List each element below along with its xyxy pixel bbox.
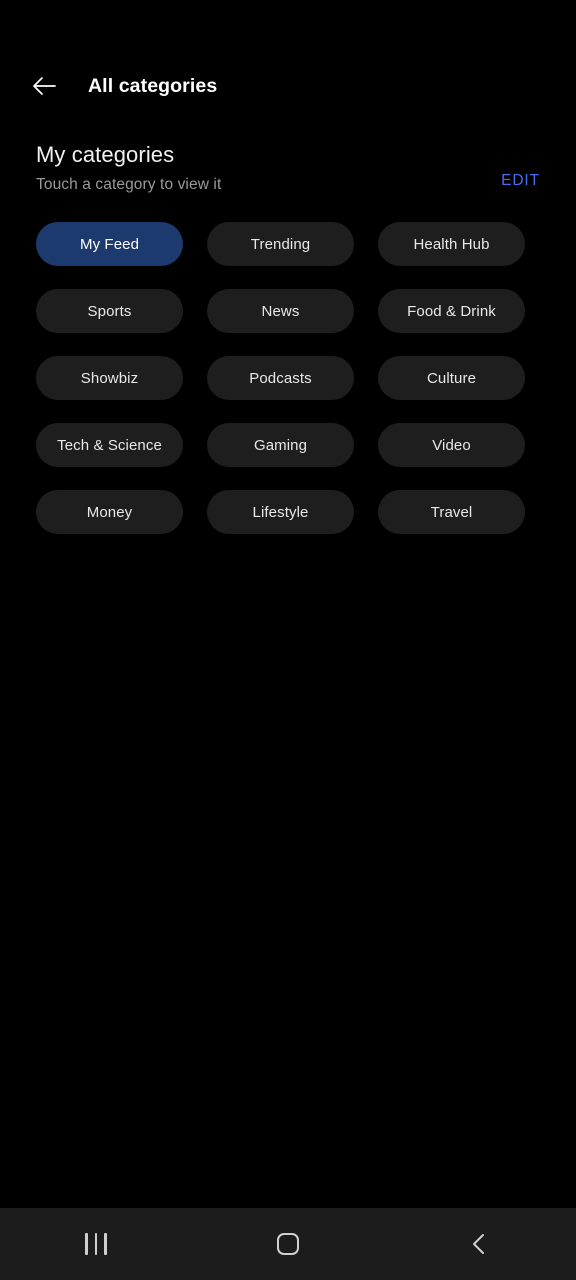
category-chip[interactable]: Travel	[378, 490, 525, 534]
category-chip-label: Showbiz	[80, 369, 139, 387]
category-chip[interactable]: Lifestyle	[207, 490, 354, 534]
section-subtitle: Touch a category to view it	[36, 176, 222, 193]
edit-button[interactable]: EDIT	[501, 172, 540, 190]
category-chip-label: Lifestyle	[252, 503, 309, 521]
category-chip-label: Tech & Science	[57, 436, 162, 454]
home-icon	[277, 1233, 299, 1255]
category-chip[interactable]: Food & Drink	[378, 289, 525, 333]
category-chip-label: Podcasts	[249, 369, 312, 387]
category-chip[interactable]: Health Hub	[378, 222, 525, 266]
category-chip[interactable]: News	[207, 289, 354, 333]
category-chip-label: Trending	[250, 235, 311, 253]
arrow-left-icon[interactable]	[22, 64, 66, 108]
my-categories-section: My categories Touch a category to view i…	[0, 120, 576, 194]
category-chip-label: Travel	[430, 503, 473, 521]
categories-grid: My Feed Trending Health Hub Sports News …	[0, 222, 576, 534]
category-chip-label: Health Hub	[413, 235, 490, 253]
category-chip[interactable]: Money	[36, 490, 183, 534]
category-chip[interactable]: Culture	[378, 356, 525, 400]
category-chip[interactable]: Trending	[207, 222, 354, 266]
category-chip-label: Culture	[426, 369, 477, 387]
category-chip[interactable]: Gaming	[207, 423, 354, 467]
category-chip-label: Video	[432, 436, 471, 454]
recents-button[interactable]	[0, 1208, 192, 1280]
home-button[interactable]	[192, 1208, 384, 1280]
category-chip-label: Sports	[87, 302, 132, 320]
category-chip-label: Gaming	[253, 436, 308, 454]
system-navigation-bar	[0, 1208, 576, 1280]
status-bar	[0, 0, 576, 52]
category-chip-label: Money	[86, 503, 133, 521]
recents-icon	[85, 1233, 107, 1255]
category-chip[interactable]: Sports	[36, 289, 183, 333]
chevron-left-icon	[473, 1234, 484, 1254]
category-chip[interactable]: My Feed	[36, 222, 183, 266]
page-title: All categories	[88, 74, 218, 97]
category-chip[interactable]: Video	[378, 423, 525, 467]
category-chip-label: Food & Drink	[407, 302, 496, 320]
category-chip-label: News	[261, 302, 300, 320]
back-button[interactable]	[384, 1208, 576, 1280]
app-screen: All categories My categories Touch a cat…	[0, 0, 576, 1280]
category-chip[interactable]: Tech & Science	[36, 423, 183, 467]
section-title: My categories	[36, 142, 175, 167]
category-chip[interactable]: Podcasts	[207, 356, 354, 400]
category-chip-label: My Feed	[79, 235, 140, 253]
app-bar: All categories	[0, 52, 576, 120]
category-chip[interactable]: Showbiz	[36, 356, 183, 400]
